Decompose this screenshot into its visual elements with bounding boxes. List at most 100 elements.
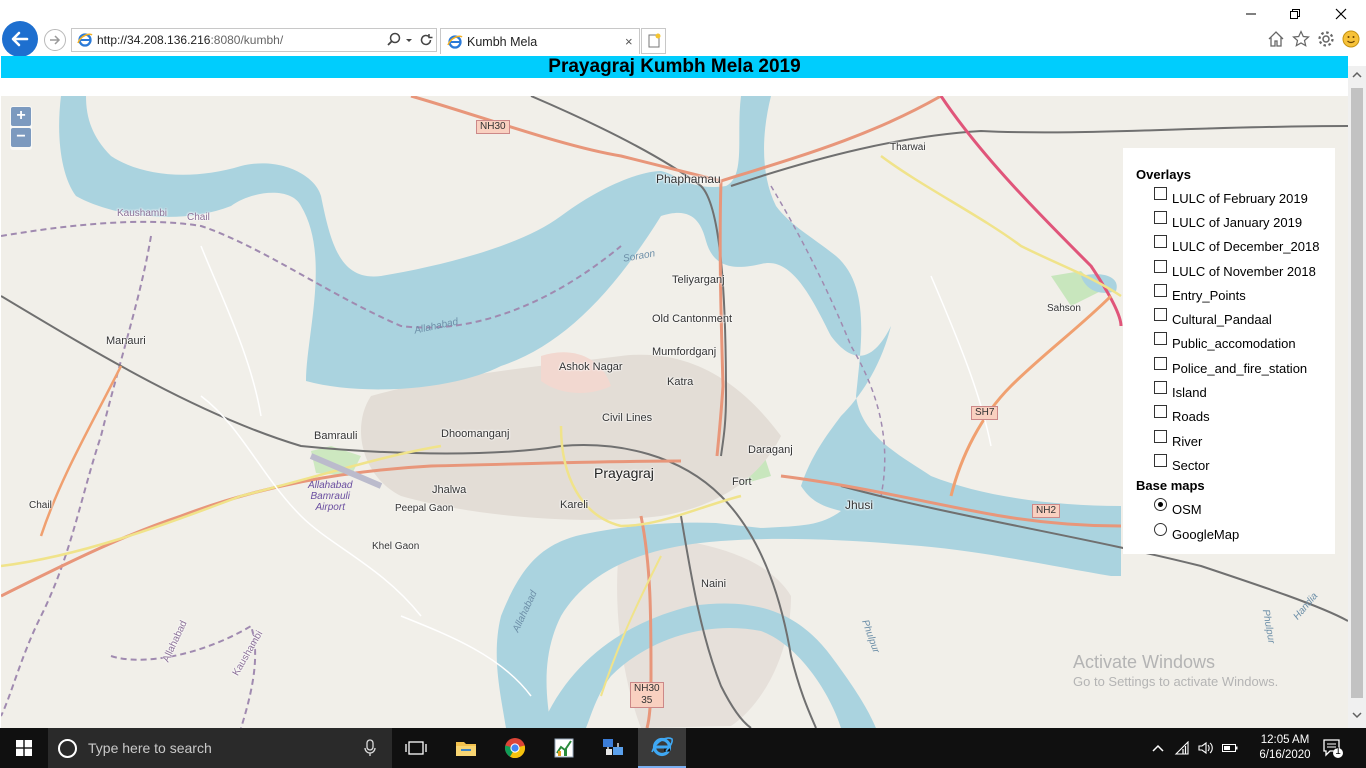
overlay-item[interactable]: LULC of December_2018 bbox=[1154, 234, 1319, 255]
task-view-button[interactable] bbox=[392, 728, 440, 768]
place-label-city: Prayagraj bbox=[594, 465, 654, 481]
overlay-item[interactable]: Entry_Points bbox=[1154, 283, 1246, 304]
browser-chrome: http://34.208.136.216:8080/kumbh/ Kumbh … bbox=[0, 0, 1366, 57]
taskbar-chrome[interactable] bbox=[491, 728, 539, 768]
place-label: Peepal Gaon bbox=[395, 503, 454, 514]
page-scrollbar[interactable] bbox=[1348, 66, 1366, 728]
overlay-checkbox[interactable] bbox=[1154, 210, 1167, 224]
overlay-item[interactable]: Police_and_fire_station bbox=[1154, 356, 1307, 377]
overlay-checkbox[interactable] bbox=[1154, 259, 1167, 273]
place-label: Khel Gaon bbox=[372, 541, 420, 552]
overlay-checkbox[interactable] bbox=[1154, 404, 1167, 418]
taskbar-clock[interactable]: 12:05 AM 6/16/2020 bbox=[1250, 733, 1320, 763]
chevron-up-icon bbox=[1352, 71, 1362, 78]
start-button[interactable] bbox=[0, 728, 48, 768]
battery-icon[interactable] bbox=[1222, 740, 1238, 756]
place-label: Chail bbox=[29, 500, 52, 511]
wifi-icon[interactable] bbox=[1174, 740, 1190, 756]
overlay-checkbox[interactable] bbox=[1154, 331, 1167, 345]
road-shield-line2: 35 bbox=[641, 695, 653, 706]
place-label: Naini bbox=[701, 578, 727, 590]
smiley-feedback-icon[interactable] bbox=[1341, 29, 1361, 49]
overlay-checkbox[interactable] bbox=[1154, 429, 1167, 443]
place-label: Teliyarganj bbox=[672, 274, 725, 286]
overlay-item[interactable]: River bbox=[1154, 429, 1203, 450]
overlay-checkbox[interactable] bbox=[1154, 234, 1167, 248]
overlay-checkbox[interactable] bbox=[1154, 380, 1167, 394]
forward-button[interactable] bbox=[44, 29, 66, 51]
restore-icon bbox=[1290, 9, 1300, 19]
zoom-in-button[interactable]: + bbox=[11, 107, 31, 126]
action-center-button[interactable]: 1 bbox=[1322, 737, 1344, 759]
browser-tab[interactable]: Kumbh Mela × bbox=[440, 28, 640, 54]
scroll-down-button[interactable] bbox=[1348, 706, 1366, 724]
overlay-checkbox[interactable] bbox=[1154, 283, 1167, 297]
volume-icon[interactable] bbox=[1198, 740, 1214, 756]
windows-logo-icon bbox=[16, 740, 32, 756]
refresh-icon[interactable] bbox=[418, 31, 434, 49]
minimize-button[interactable] bbox=[1236, 4, 1266, 24]
basemap-item[interactable]: GoogleMap bbox=[1154, 522, 1239, 543]
overlay-item[interactable]: Sector bbox=[1154, 453, 1210, 474]
overlay-item[interactable]: LULC of February 2019 bbox=[1154, 186, 1308, 207]
overlay-checkbox[interactable] bbox=[1154, 356, 1167, 370]
restore-button[interactable] bbox=[1280, 4, 1310, 24]
settings-gear-icon[interactable] bbox=[1316, 29, 1336, 49]
overlay-item[interactable]: Cultural_Pandaal bbox=[1154, 307, 1272, 328]
place-label: Bamrauli bbox=[314, 430, 358, 442]
overlay-label: LULC of November 2018 bbox=[1172, 263, 1316, 279]
cortana-circle-icon bbox=[58, 739, 77, 758]
search-icon[interactable] bbox=[386, 31, 402, 49]
ie-tab-icon bbox=[447, 35, 463, 49]
new-tab-button[interactable] bbox=[641, 28, 666, 54]
chevron-down-icon[interactable] bbox=[404, 32, 414, 48]
airport-label: Allahabad Bamrauli Airport bbox=[308, 480, 352, 513]
tab-title: Kumbh Mela bbox=[467, 35, 538, 49]
home-icon[interactable] bbox=[1266, 29, 1286, 49]
url-path: :8080/kumbh/ bbox=[210, 33, 284, 47]
overlay-item[interactable]: Roads bbox=[1154, 404, 1210, 425]
favorites-star-icon[interactable] bbox=[1291, 29, 1311, 49]
basemap-radio[interactable] bbox=[1154, 497, 1167, 511]
road-shield: NH30 bbox=[476, 120, 510, 134]
basemap-radio[interactable] bbox=[1154, 522, 1167, 536]
scroll-thumb[interactable] bbox=[1351, 88, 1363, 698]
taskbar-file-explorer[interactable] bbox=[442, 728, 490, 768]
taskbar-chart-app[interactable] bbox=[540, 728, 588, 768]
overlay-item[interactable]: Island bbox=[1154, 380, 1207, 401]
url-text[interactable]: http://34.208.136.216:8080/kumbh/ bbox=[97, 33, 283, 47]
overlay-item[interactable]: Public_accomodation bbox=[1154, 331, 1296, 352]
notification-count: 1 bbox=[1335, 746, 1341, 757]
overlay-checkbox[interactable] bbox=[1154, 307, 1167, 321]
clock-time: 12:05 AM bbox=[1260, 734, 1310, 746]
road-shield: NH30 35 bbox=[630, 682, 664, 708]
overlay-checkbox[interactable] bbox=[1154, 186, 1167, 200]
close-button[interactable] bbox=[1326, 4, 1356, 24]
taskbar-internet-explorer[interactable] bbox=[638, 728, 686, 768]
place-label: Mumfordganj bbox=[652, 346, 717, 358]
overlay-label: River bbox=[1172, 433, 1203, 449]
taskbar-network-app[interactable] bbox=[589, 728, 637, 768]
basemap-item[interactable]: OSM bbox=[1154, 497, 1202, 518]
address-bar[interactable]: http://34.208.136.216:8080/kumbh/ bbox=[71, 28, 437, 52]
overlay-label: Public_accomodation bbox=[1172, 335, 1296, 351]
road-shield: SH7 bbox=[971, 406, 999, 420]
overlay-label: LULC of February 2019 bbox=[1172, 190, 1308, 206]
microphone-icon[interactable] bbox=[363, 739, 377, 757]
overlay-checkbox[interactable] bbox=[1154, 453, 1167, 467]
url-host: http://34.208.136.216 bbox=[97, 33, 211, 47]
overlay-item[interactable]: LULC of November 2018 bbox=[1154, 259, 1316, 280]
zoom-out-button[interactable]: − bbox=[11, 128, 31, 147]
place-label: Daraganj bbox=[748, 444, 793, 456]
chevron-up-icon[interactable] bbox=[1150, 740, 1166, 756]
place-label: Dhoomanganj bbox=[441, 428, 510, 440]
taskbar-search-box[interactable]: Type here to search bbox=[48, 728, 392, 768]
back-button[interactable] bbox=[2, 21, 38, 57]
overlay-item[interactable]: LULC of January 2019 bbox=[1154, 210, 1302, 231]
scroll-up-button[interactable] bbox=[1348, 66, 1366, 84]
new-tab-icon bbox=[648, 33, 660, 48]
place-label: Katra bbox=[667, 376, 694, 388]
chrome-icon bbox=[504, 738, 526, 759]
tab-close-button[interactable]: × bbox=[625, 34, 633, 49]
forward-arrow-icon bbox=[50, 35, 61, 45]
